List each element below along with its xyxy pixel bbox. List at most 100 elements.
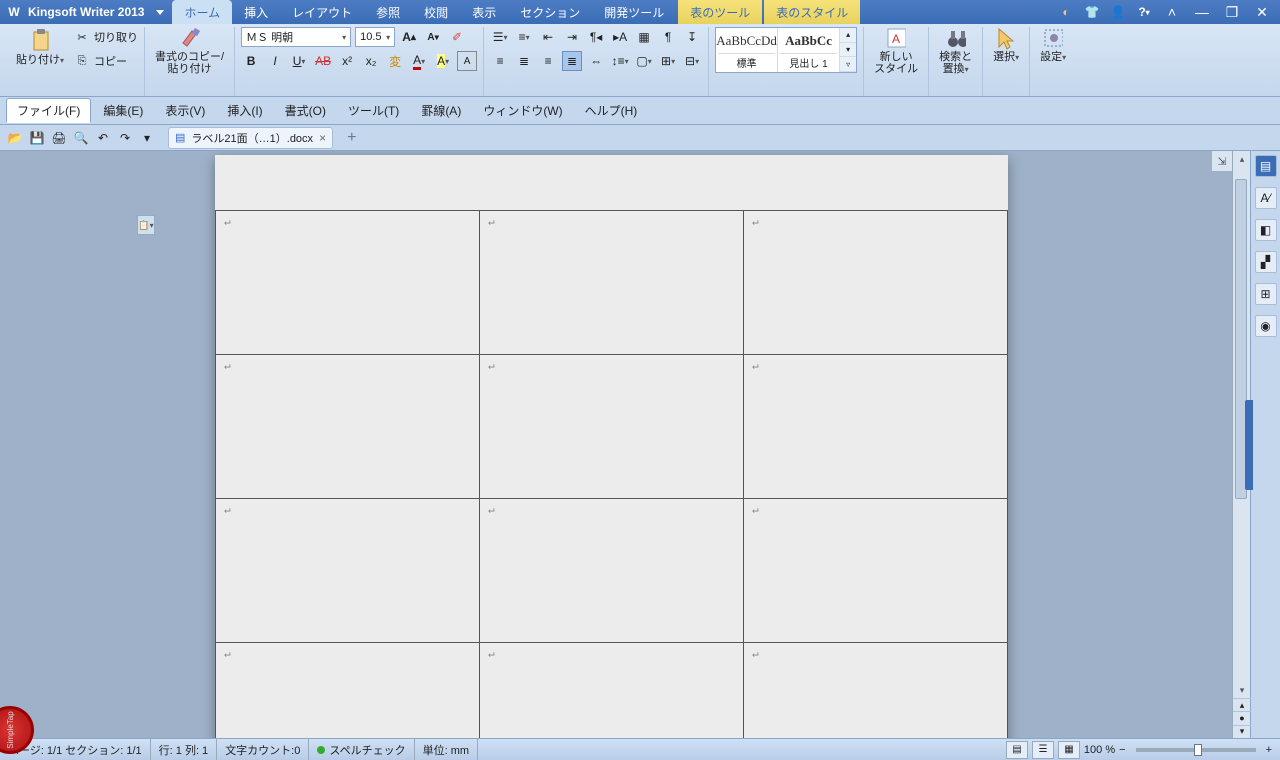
label-table[interactable]: ↵↵↵ ↵↵↵ ↵↵↵ ↵↵↵: [215, 210, 1008, 738]
user-icon[interactable]: 👤: [1110, 4, 1126, 20]
undo-icon[interactable]: ↶: [94, 129, 112, 147]
menu-tools[interactable]: ツール(T): [338, 99, 409, 122]
tab-developer[interactable]: 開発ツール: [592, 0, 676, 24]
distribute-icon[interactable]: ⇔: [586, 51, 606, 71]
tab-reference[interactable]: 参照: [364, 0, 412, 24]
style-normal[interactable]: AaBbCcDd 標準: [716, 28, 778, 72]
select-button[interactable]: 選択▾: [989, 27, 1023, 65]
minimize-icon[interactable]: —: [1192, 4, 1212, 20]
table-cell[interactable]: ↵: [216, 643, 480, 739]
align-left-icon[interactable]: ≡: [490, 51, 510, 71]
table-cell[interactable]: ↵: [216, 499, 480, 643]
menu-ruler[interactable]: 罫線(A): [411, 99, 471, 122]
font-color-icon[interactable]: A▾: [409, 51, 429, 71]
qat-dropdown-icon[interactable]: ▾: [138, 129, 156, 147]
style-heading1[interactable]: AaBbCc 見出し 1: [778, 28, 840, 72]
copy-button[interactable]: ⎘コピー: [72, 51, 138, 71]
close-icon[interactable]: ✕: [1252, 4, 1272, 21]
numbering-icon[interactable]: ≡▾: [514, 27, 534, 47]
pane-style-icon[interactable]: A⁄: [1255, 187, 1277, 209]
table-cell[interactable]: ↵: [744, 499, 1008, 643]
bullets-icon[interactable]: ☰▾: [490, 27, 510, 47]
outdent-icon[interactable]: ⇤: [538, 27, 558, 47]
menu-file[interactable]: ファイル(F): [6, 98, 91, 123]
table-cell[interactable]: ↵: [480, 211, 744, 355]
status-rowcol[interactable]: 行: 1 列: 1: [151, 739, 218, 760]
tab-review[interactable]: 校閲: [412, 0, 460, 24]
zoom-in-icon[interactable]: +: [1266, 744, 1272, 756]
next-page-icon[interactable]: ▾: [1233, 725, 1251, 738]
rtl-icon[interactable]: ▸A: [610, 27, 630, 47]
prev-page-icon[interactable]: ▴: [1233, 698, 1251, 711]
table-cell[interactable]: ↵: [480, 355, 744, 499]
shrink-font-icon[interactable]: A▾: [423, 27, 443, 47]
zoom-knob[interactable]: [1194, 744, 1202, 756]
menu-window[interactable]: ウィンドウ(W): [473, 99, 572, 122]
print-preview-icon[interactable]: 🔍: [72, 129, 90, 147]
italic-icon[interactable]: I: [265, 51, 285, 71]
tabs-icon[interactable]: ⊟▾: [682, 51, 702, 71]
zoom-slider[interactable]: [1136, 748, 1256, 752]
pane-image-icon[interactable]: ▞: [1255, 251, 1277, 273]
tab-layout[interactable]: レイアウト: [280, 0, 364, 24]
menu-edit[interactable]: 編集(E): [93, 99, 153, 122]
status-spell[interactable]: スペルチェック: [309, 739, 414, 760]
pane-toggle-icon[interactable]: ⇲: [1212, 151, 1232, 171]
find-replace-button[interactable]: 検索と 置換▾: [935, 27, 976, 77]
menu-format[interactable]: 書式(O): [275, 99, 336, 122]
ltr-icon[interactable]: ¶◂: [586, 27, 606, 47]
tab-section[interactable]: セクション: [508, 0, 592, 24]
settings-button[interactable]: 設定▾: [1036, 27, 1070, 65]
document-tab[interactable]: ▤ ラベル21面（…1）.docx ×: [168, 127, 333, 149]
sort-icon[interactable]: ↧: [682, 27, 702, 47]
underline-icon[interactable]: U▾: [289, 51, 309, 71]
tab-table-style[interactable]: 表のスタイル: [764, 0, 860, 24]
scroll-down-icon[interactable]: ▾: [1233, 682, 1251, 698]
shirt-icon[interactable]: 👕: [1084, 4, 1100, 20]
table-cell[interactable]: ↵: [216, 355, 480, 499]
pane-doc-icon[interactable]: ▤: [1255, 155, 1277, 177]
table-cell[interactable]: ↵: [480, 499, 744, 643]
view-web-icon[interactable]: ▦: [1058, 741, 1080, 759]
align-right-icon[interactable]: ≡: [538, 51, 558, 71]
superscript-icon[interactable]: x²: [337, 51, 357, 71]
shading-icon[interactable]: ▢▾: [634, 51, 654, 71]
pane-shapes-icon[interactable]: ◧: [1255, 219, 1277, 241]
view-print-icon[interactable]: ▤: [1006, 741, 1028, 759]
tab-home[interactable]: ホーム: [172, 0, 232, 24]
show-marks-icon[interactable]: ¶: [658, 27, 678, 47]
menu-view[interactable]: 表示(V): [155, 99, 215, 122]
pane-collapse-handle[interactable]: [1245, 400, 1253, 490]
new-style-button[interactable]: A 新しい スタイル: [870, 27, 922, 77]
char-border-icon[interactable]: A: [457, 51, 477, 71]
close-tab-icon[interactable]: ×: [319, 131, 326, 145]
status-unit[interactable]: 単位: mm: [415, 739, 478, 760]
table-cell[interactable]: ↵: [480, 643, 744, 739]
table-cell[interactable]: ↵: [744, 355, 1008, 499]
justify-icon[interactable]: ≣: [562, 51, 582, 71]
tab-insert[interactable]: 挿入: [232, 0, 280, 24]
tab-view[interactable]: 表示: [460, 0, 508, 24]
app-menu-dropdown[interactable]: [156, 10, 164, 15]
table-cell[interactable]: ↵: [216, 211, 480, 355]
tab-table-tools[interactable]: 表のツール: [678, 0, 762, 24]
browse-object-icon[interactable]: ●: [1233, 711, 1251, 724]
cut-button[interactable]: ✂切り取り: [72, 27, 138, 47]
menu-help[interactable]: ヘルプ(H): [575, 99, 648, 122]
font-size-select[interactable]: 10.5▾: [355, 27, 395, 47]
table-cell[interactable]: ↵: [744, 643, 1008, 739]
view-outline-icon[interactable]: ☰: [1032, 741, 1054, 759]
minimize-ribbon-icon[interactable]: ˄: [1162, 4, 1182, 20]
skin-icon[interactable]: ◐: [1058, 4, 1074, 20]
status-chars[interactable]: 文字カウント:0: [217, 739, 309, 760]
paste-button[interactable]: 貼り付け▾: [12, 30, 68, 68]
zoom-label[interactable]: 100 %: [1084, 744, 1115, 756]
print-icon[interactable]: 🖨: [50, 129, 68, 147]
format-painter-button[interactable]: 書式のコピー/ 貼り付け: [151, 27, 228, 77]
save-icon[interactable]: 💾: [28, 129, 46, 147]
clear-format-icon[interactable]: ✐: [447, 27, 467, 47]
redo-icon[interactable]: ↷: [116, 129, 134, 147]
highlight-icon[interactable]: A▾: [433, 51, 453, 71]
grow-font-icon[interactable]: A▴: [399, 27, 419, 47]
pane-clip-icon[interactable]: ◉: [1255, 315, 1277, 337]
